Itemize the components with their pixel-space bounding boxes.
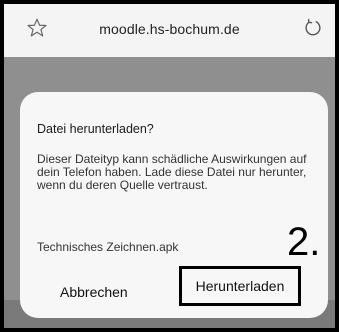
url-text[interactable]: moodle.hs-bochum.de (4, 21, 335, 37)
reload-icon[interactable] (302, 17, 324, 39)
file-name: Technisches Zeichnen.apk (37, 240, 179, 254)
download-button[interactable]: Herunterladen (179, 266, 301, 306)
browser-address-bar: moodle.hs-bochum.de (4, 4, 335, 57)
cancel-button[interactable]: Abbrechen (60, 284, 128, 300)
step-annotation-label: 2. (287, 220, 321, 264)
dialog-message: Dieser Dateityp kann schädliche Auswirku… (37, 152, 307, 192)
phone-screen: moodle.hs-bochum.de Datei herunterladen?… (0, 0, 339, 332)
dialog-title: Datei herunterladen? (37, 122, 154, 136)
download-dialog: Datei herunterladen? Dieser Dateityp kan… (20, 92, 328, 318)
